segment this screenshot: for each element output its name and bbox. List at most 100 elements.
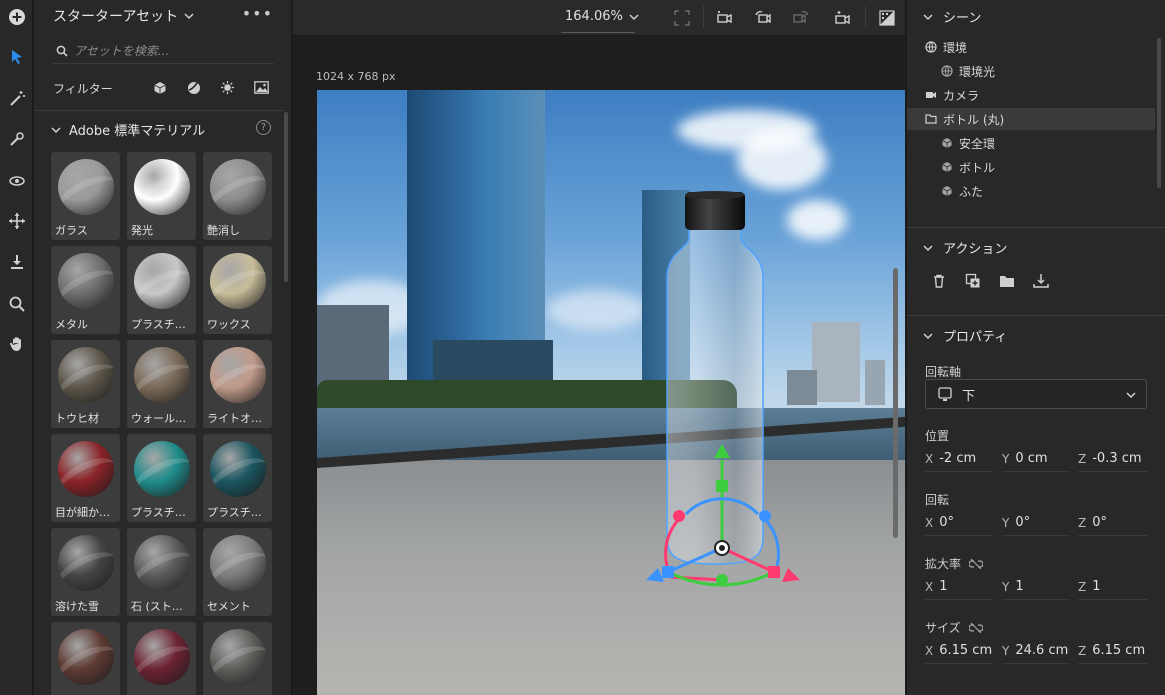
material-sphere: [133, 440, 190, 497]
viewport-scrollbar[interactable]: [893, 268, 898, 538]
hand-icon[interactable]: [3, 330, 30, 357]
scale-y-field[interactable]: Y1: [1002, 574, 1070, 600]
actions-panel-header[interactable]: アクション: [923, 238, 1007, 257]
drop-to-ground-icon[interactable]: [3, 248, 30, 275]
material-sphere: [57, 628, 114, 685]
scene-tree-item[interactable]: 環境: [925, 36, 967, 58]
material-thumbnail: [51, 340, 120, 409]
axis-z-label: Z: [1078, 515, 1087, 530]
unlink-icon[interactable]: [969, 558, 984, 569]
scene-scrollbar[interactable]: [1157, 38, 1161, 188]
material-tile[interactable]: メタル: [51, 246, 120, 334]
move-icon[interactable]: [3, 207, 30, 234]
camera-bookmark-icon[interactable]: [831, 6, 855, 30]
material-tile[interactable]: [51, 622, 120, 695]
material-label: セメント: [207, 600, 251, 613]
material-filter-icon[interactable]: [185, 79, 202, 96]
unlink-icon[interactable]: [968, 622, 983, 633]
model-filter-icon[interactable]: [151, 79, 168, 96]
search-input[interactable]: [74, 43, 264, 58]
position-x-field[interactable]: X -2 cm: [925, 446, 993, 472]
image-filter-icon[interactable]: [253, 79, 270, 96]
material-tile[interactable]: [127, 622, 196, 695]
frame-icon[interactable]: [670, 6, 694, 30]
material-tile[interactable]: プラスチ…: [127, 246, 196, 334]
size-x-field[interactable]: X 6.15 cm: [925, 638, 993, 664]
scene-tree-item[interactable]: 環境光: [941, 60, 995, 82]
rotation-axis-dropdown[interactable]: 下: [925, 379, 1147, 409]
rotation-x-value: 0°: [939, 515, 955, 530]
zoom-dropdown[interactable]: 164.06%: [565, 9, 639, 24]
divider: [907, 227, 1165, 228]
light-filter-icon[interactable]: [219, 79, 236, 96]
material-tile[interactable]: ライトオ…: [203, 340, 272, 428]
scene-tree-item[interactable]: カメラ: [925, 84, 979, 106]
magic-wand-icon[interactable]: [3, 85, 30, 112]
position-y-field[interactable]: Y 0 cm: [1002, 446, 1070, 472]
zoom-icon[interactable]: [3, 290, 30, 317]
rotation-z-field[interactable]: Z 0°: [1078, 510, 1148, 536]
scene-tree-item[interactable]: ボトル: [941, 156, 995, 178]
size-y-field[interactable]: Y 24.6 cm: [1002, 638, 1070, 664]
material-thumbnail: [127, 340, 196, 409]
rotation-y-field[interactable]: Y 0°: [1002, 510, 1070, 536]
material-tile[interactable]: 溶けた雪: [51, 528, 120, 616]
camera-undo-icon[interactable]: [751, 6, 775, 30]
rotation-label: 回転: [925, 493, 950, 507]
delete-icon[interactable]: [929, 271, 949, 291]
material-tile[interactable]: セメント: [203, 528, 272, 616]
material-thumbnail: [203, 340, 272, 409]
material-tile[interactable]: トウヒ材: [51, 340, 120, 428]
more-options-icon[interactable]: •••: [242, 4, 273, 23]
drop-to-ground-icon[interactable]: [1031, 271, 1051, 291]
material-label: ワックス: [207, 318, 251, 331]
add-icon[interactable]: [3, 3, 30, 30]
camera-fit-icon[interactable]: [713, 6, 737, 30]
group-folder-icon[interactable]: [997, 271, 1017, 291]
material-tile[interactable]: ワックス: [203, 246, 272, 334]
material-sphere: [133, 534, 190, 591]
assets-title-dropdown[interactable]: スターターアセット: [53, 6, 194, 26]
material-tile[interactable]: [203, 622, 272, 695]
material-sphere: [133, 628, 190, 685]
material-tile[interactable]: 目が細か…: [51, 434, 120, 522]
filter-label: フィルター: [53, 81, 113, 96]
axis-x-label: X: [925, 515, 934, 530]
orbit-icon[interactable]: [3, 167, 30, 194]
render-preview-icon[interactable]: [875, 6, 899, 30]
axis-z-label: Z: [1078, 643, 1087, 658]
size-z-field[interactable]: Z 6.15 cm: [1078, 638, 1148, 664]
scale-x-field[interactable]: X1: [925, 574, 993, 600]
transform-gizmo[interactable]: [622, 430, 822, 610]
material-tile[interactable]: プラスチ…: [127, 434, 196, 522]
material-tile[interactable]: プラスチ…: [203, 434, 272, 522]
material-tile[interactable]: 石 (スト…: [127, 528, 196, 616]
select-icon[interactable]: [3, 43, 30, 70]
material-thumbnail: [51, 152, 120, 221]
scene-panel-header[interactable]: シーン: [923, 7, 981, 26]
properties-panel-header[interactable]: プロパティ: [923, 326, 1007, 345]
material-tile[interactable]: ガラス: [51, 152, 120, 240]
scale-y-value: 1: [1015, 579, 1024, 594]
scene-tree-item[interactable]: 安全環: [941, 132, 995, 154]
scene-tree-label: 安全環: [959, 136, 996, 151]
material-tile[interactable]: ウォール…: [127, 340, 196, 428]
sampler-icon[interactable]: [3, 125, 30, 152]
material-tile[interactable]: 艶消し: [203, 152, 272, 240]
rotation-fields: X 0° Y 0° Z 0°: [925, 510, 1148, 536]
material-thumbnail: [51, 528, 120, 597]
scene-tree-item[interactable]: ふた: [941, 180, 983, 202]
scale-z-field[interactable]: Z1: [1078, 574, 1148, 600]
position-z-field[interactable]: Z -0.3 cm: [1078, 446, 1148, 472]
properties-title: プロパティ: [943, 330, 1008, 345]
duplicate-icon[interactable]: [963, 271, 983, 291]
material-section-header[interactable]: Adobe 標準マテリアル ?: [51, 120, 271, 139]
scene-tree-item[interactable]: ボトル (丸): [907, 108, 1155, 130]
rotation-x-field[interactable]: X 0°: [925, 510, 993, 536]
globe-icon: [941, 65, 953, 77]
help-icon[interactable]: ?: [256, 120, 271, 135]
assets-scrollbar[interactable]: [284, 112, 288, 282]
camera-redo-icon[interactable]: [789, 6, 813, 30]
scene-canvas[interactable]: [317, 90, 905, 695]
material-tile[interactable]: 発光: [127, 152, 196, 240]
